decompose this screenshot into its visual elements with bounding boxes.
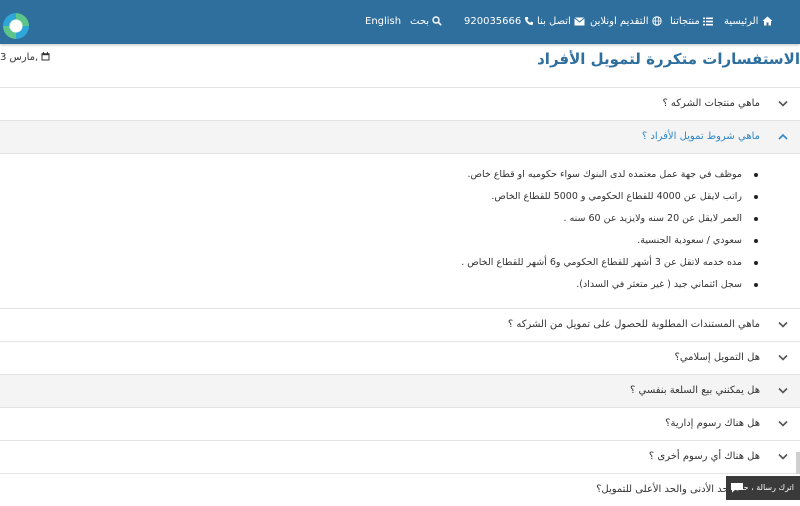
list-item: سعودي / سعودية الجنسية. (0, 230, 750, 252)
nav-apply-online[interactable]: التقديم اونلاين (590, 16, 662, 28)
list-item: راتب لايقل عن 4000 للقطاع الحكومي و 5000… (0, 186, 750, 208)
faq-question-text: هل هناك أي رسوم أخرى ؟ (649, 451, 760, 462)
phone-icon (524, 16, 534, 26)
post-date: مارس 3, (0, 52, 52, 63)
nav-products[interactable]: منتجاتنا (670, 16, 713, 28)
faq-item[interactable]: ما هو الحد الأدنى والحد الأعلى للتمويل؟ (0, 473, 800, 506)
faq-question-text: ماهي منتجات الشركه ؟ (662, 98, 760, 109)
search-label: بحث (410, 16, 429, 27)
faq-question[interactable]: ماهي منتجات الشركه ؟ (0, 88, 800, 120)
faq-item[interactable]: هل هناك أي رسوم أخرى ؟ (0, 440, 800, 473)
scrollbar-thumb[interactable] (796, 452, 800, 474)
faq-question[interactable]: هل التمويل إسلامي؟ (0, 342, 800, 374)
logo[interactable] (3, 13, 29, 39)
chevron-down-icon (778, 387, 788, 395)
chat-widget[interactable]: اترك رسالة ، حاليا (726, 476, 800, 500)
language-switch[interactable]: English (365, 16, 401, 28)
chevron-down-icon (778, 420, 788, 428)
faq-question[interactable]: هل هناك رسوم إدارية؟ (0, 408, 800, 440)
nav-home[interactable]: الرئيسية (724, 16, 773, 28)
list-icon (703, 17, 713, 26)
nav-phone[interactable]: 920035666 (464, 16, 534, 28)
list-item: موظف في جهة عمل معتمده لدى البنوك سواء ح… (0, 164, 750, 186)
nav-search[interactable]: بحث (410, 16, 442, 28)
chevron-down-icon (778, 100, 788, 108)
chat-bubble-icon (730, 482, 744, 493)
faq-question-text: هل يمكنني بيع السلعة بنفسي ؟ (630, 385, 760, 396)
faq-item[interactable]: هل التمويل إسلامي؟ (0, 341, 800, 374)
top-navbar: English بحث 920035666 اتصل بنا التقديم ا… (0, 0, 800, 44)
apply-online-label: التقديم اونلاين (590, 16, 649, 27)
search-icon (432, 16, 442, 26)
contact-label: اتصل بنا (537, 16, 571, 27)
faq-item[interactable]: ماهي المستندات المطلوبة للحصول على تمويل… (0, 308, 800, 341)
calendar-icon (41, 52, 50, 61)
faq-question-text: هل هناك رسوم إدارية؟ (665, 418, 760, 429)
globe-icon (652, 16, 662, 26)
faq-answer: موظف في جهة عمل معتمده لدى البنوك سواء ح… (0, 153, 800, 308)
products-label: منتجاتنا (670, 16, 700, 27)
list-item: سجل ائتماني جيد ( غير متعثر في السداد). (0, 274, 750, 296)
date-text: مارس 3, (0, 52, 38, 63)
faq-item[interactable]: ماهي منتجات الشركه ؟ (0, 87, 800, 120)
chevron-down-icon (778, 321, 788, 329)
faq-question[interactable]: ماهي شروط تمويل الأفراد ؟ (0, 121, 800, 153)
home-label: الرئيسية (724, 16, 758, 27)
faq-item[interactable]: هل يمكنني بيع السلعة بنفسي ؟ (0, 374, 800, 407)
faq-question[interactable]: ماهي المستندات المطلوبة للحصول على تمويل… (0, 309, 800, 341)
chevron-down-icon (778, 354, 788, 362)
envelope-icon (574, 17, 585, 26)
faq-question-text: ماهي المستندات المطلوبة للحصول على تمويل… (508, 319, 760, 330)
nav-contact[interactable]: اتصل بنا (537, 16, 585, 28)
chevron-up-icon (778, 133, 788, 141)
requirements-list: موظف في جهة عمل معتمده لدى البنوك سواء ح… (0, 164, 764, 296)
list-item: مده خدمه لاتقل عن 3 أشهر للقطاع الحكومي … (0, 252, 750, 274)
list-item: العمر لايقل عن 20 سنه ولايزيد عن 60 سنه … (0, 208, 750, 230)
faq-question[interactable]: ما هو الحد الأدنى والحد الأعلى للتمويل؟ (0, 474, 800, 506)
home-icon (762, 16, 773, 26)
faq-question[interactable]: هل هناك أي رسوم أخرى ؟ (0, 441, 800, 473)
faq-question-text: ماهي شروط تمويل الأفراد ؟ (642, 131, 760, 142)
faq-item[interactable]: هل هناك رسوم إدارية؟ (0, 407, 800, 440)
faq-question-text: هل التمويل إسلامي؟ (675, 352, 760, 363)
phone-number: 920035666 (464, 16, 521, 27)
faq-item-open[interactable]: ماهي شروط تمويل الأفراد ؟ موظف في جهة عم… (0, 120, 800, 308)
page-title: الاستفسارات متكررة لتمويل الأفراد (320, 50, 800, 68)
chevron-down-icon (778, 453, 788, 461)
faq-accordion: ماهي منتجات الشركه ؟ ماهي شروط تمويل الأ… (0, 87, 800, 506)
language-label: English (365, 16, 401, 27)
faq-question[interactable]: هل يمكنني بيع السلعة بنفسي ؟ (0, 375, 800, 407)
